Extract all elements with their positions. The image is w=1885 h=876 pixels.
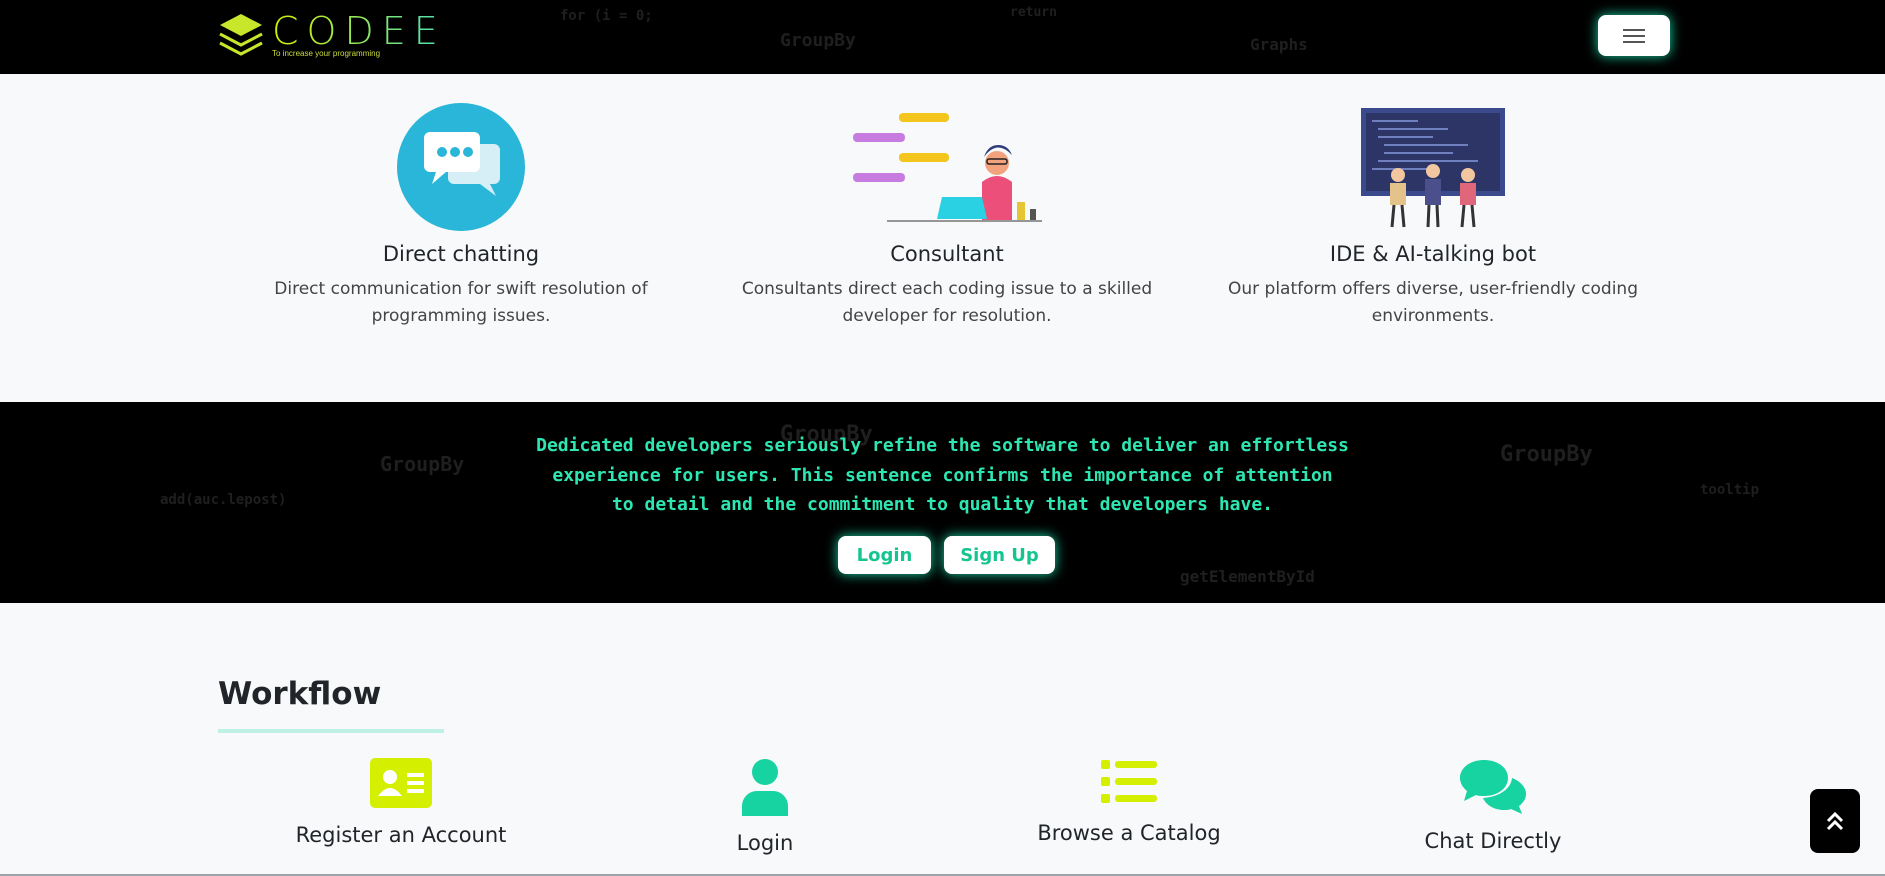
menu-toggle-button[interactable] <box>1598 15 1670 56</box>
feature-consultant: Consultant Consultants direct each codin… <box>737 100 1157 330</box>
workflow-step-label: Chat Directly <box>1424 829 1562 853</box>
workflow-step-label: Browse a Catalog <box>1037 821 1221 845</box>
workflow-step-browse: Browse a Catalog <box>979 758 1279 845</box>
navbar: for (i = 0; GroupBy Graphs return CODEE … <box>0 0 1885 74</box>
feature-title: Direct chatting <box>382 242 540 266</box>
login-button[interactable]: Login <box>838 536 931 574</box>
workflow-step-register: Register an Account <box>251 758 551 847</box>
list-icon <box>1101 760 1157 803</box>
hamburger-icon <box>1623 25 1645 47</box>
workflow-title: Workflow <box>218 676 382 712</box>
consultant-illustration <box>853 113 1042 222</box>
chat-bubbles-icon <box>397 103 525 231</box>
signup-button[interactable]: Sign Up <box>944 536 1055 574</box>
banner-line: Dedicated developers seriously refine th… <box>536 435 1349 456</box>
banner-text: Dedicated developers seriously refine th… <box>0 431 1885 520</box>
workflow-title-underline <box>218 729 444 733</box>
brand-logo[interactable]: CODEE To increase your programming <box>218 12 446 58</box>
feature-description: Our platform offers diverse, user-friend… <box>1227 279 1639 326</box>
double-chevron-up-icon <box>1826 811 1844 831</box>
banner-line: to detail and the commitment to quality … <box>611 494 1274 515</box>
feature-image <box>737 100 1157 234</box>
feature-ide-bot: IDE & AI-talking bot Our platform offers… <box>1223 100 1643 330</box>
brand-wordmark: CODEE To increase your programming <box>272 12 446 58</box>
workflow-step-label: Register an Account <box>295 823 507 847</box>
user-icon <box>742 759 788 816</box>
feature-description: Consultants direct each coding issue to … <box>741 279 1153 326</box>
feature-image <box>251 100 671 234</box>
logo-text: CODEE <box>272 9 446 53</box>
feature-title: Consultant <box>890 242 1004 266</box>
feature-title: IDE & AI-talking bot <box>1329 242 1537 266</box>
feature-direct-chatting: Direct chatting Direct communication for… <box>251 100 671 330</box>
comments-icon <box>1460 760 1526 814</box>
ide-team-illustration <box>1361 108 1505 228</box>
feature-description: Direct communication for swift resolutio… <box>274 279 648 326</box>
id-card-icon <box>370 758 432 808</box>
scroll-to-top-button[interactable] <box>1810 789 1860 853</box>
workflow-step-chat: Chat Directly <box>1343 758 1643 853</box>
layers-logo-icon <box>219 14 263 56</box>
cta-banner: GroupBy GroupBy GroupBy add(auc.lepost) … <box>0 402 1885 603</box>
workflow-step-label: Login <box>736 831 794 855</box>
banner-line: experience for users. This sentence conf… <box>552 464 1333 486</box>
feature-image <box>1223 100 1643 234</box>
workflow-step-login: Login <box>615 758 915 855</box>
